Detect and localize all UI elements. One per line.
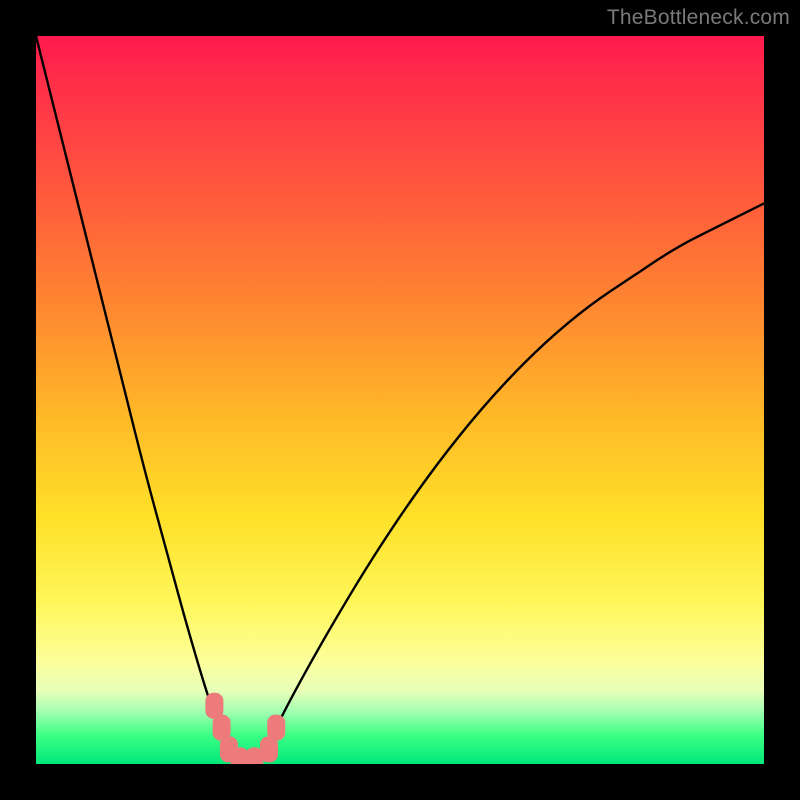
plot-area (36, 36, 764, 764)
highlight-markers (205, 693, 285, 764)
marker-dot (267, 715, 285, 741)
bottleneck-curve (36, 36, 764, 764)
chart-frame: TheBottleneck.com (0, 0, 800, 800)
watermark-text: TheBottleneck.com (607, 6, 790, 30)
chart-svg (36, 36, 764, 764)
